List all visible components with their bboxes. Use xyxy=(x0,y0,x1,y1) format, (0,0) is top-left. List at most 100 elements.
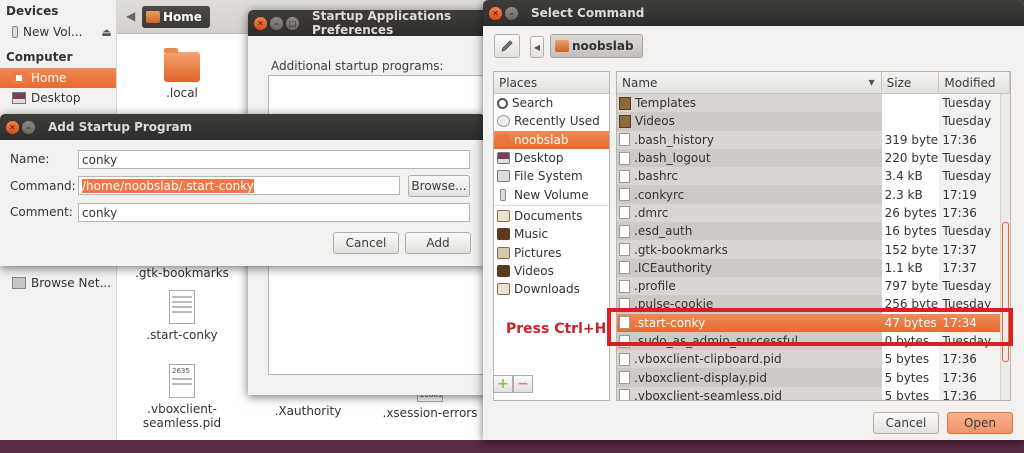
filesystem-icon xyxy=(497,170,510,183)
minimize-icon[interactable]: – xyxy=(505,6,518,20)
sidebar-item-browse-network[interactable]: Browse Net... xyxy=(0,273,117,293)
table-row[interactable]: .ICEauthority 1.1 kB 17:37 xyxy=(617,258,1010,277)
table-row[interactable]: Templates Tuesday xyxy=(617,94,1010,113)
file-item[interactable]: .local xyxy=(127,48,237,100)
eject-icon[interactable]: ⏏ xyxy=(101,26,111,39)
home-icon xyxy=(12,72,26,84)
file-list: Name ▼ Size Modified Templates Tuesday Vide… xyxy=(616,71,1011,401)
places-item[interactable]: Downloads xyxy=(494,280,609,298)
sidebar-item-home[interactable]: Home xyxy=(0,68,116,88)
places-item[interactable]: Pictures xyxy=(494,243,609,261)
cell-size: 797 bytes xyxy=(884,279,940,294)
places-item-label: Pictures xyxy=(514,245,562,260)
minimize-icon[interactable]: – xyxy=(22,120,35,134)
places-item-label: Search xyxy=(512,96,554,111)
table-row[interactable]: .vboxclient-seamless.pid 5 bytes 17:36 xyxy=(617,386,1010,401)
comment-field[interactable]: conky xyxy=(78,203,470,222)
places-item[interactable]: File System xyxy=(494,167,609,185)
file-item[interactable]: 2635 .vboxclient-seamless.pid xyxy=(127,364,237,430)
table-row[interactable]: .bash_logout 220 bytes Tuesday xyxy=(617,148,1010,168)
file-item[interactable]: .start-conky xyxy=(127,290,237,342)
table-row[interactable]: .bashrc 3.4 kB Tuesday xyxy=(617,167,1010,186)
places-item-label: Recently Used xyxy=(514,114,600,129)
cell-name-text: Videos xyxy=(635,114,675,129)
documents-icon xyxy=(497,209,510,222)
name-value: conky xyxy=(82,152,118,167)
back-arrow-icon[interactable]: ◀ xyxy=(126,9,135,23)
text-file-icon xyxy=(619,151,630,165)
titlebar: ✕ – □ Startup Applications Preferences xyxy=(248,10,488,37)
command-field[interactable]: /home/noobslab/.start-conky xyxy=(78,176,400,195)
table-row[interactable]: .conkyrc 2.3 kB 17:19 xyxy=(617,185,1010,204)
name-label: Name: xyxy=(10,152,50,166)
file-item[interactable]: .gtk-bookmarks xyxy=(127,266,237,280)
close-icon[interactable]: ✕ xyxy=(6,120,19,134)
table-row[interactable]: Videos Tuesday xyxy=(617,112,1010,131)
places-item[interactable]: Music xyxy=(494,225,609,243)
cell-name-text: .gtk-bookmarks xyxy=(634,242,728,257)
add-startup-program-dialog: ✕ – Add Startup Program Name: conky Comm… xyxy=(0,114,485,266)
pictures-icon xyxy=(497,246,510,259)
file-item[interactable]: .Xauthority xyxy=(253,404,363,418)
column-name[interactable]: Name ▼ xyxy=(617,72,882,93)
home-icon xyxy=(497,133,510,146)
column-size[interactable]: Size xyxy=(882,72,940,93)
table-row[interactable]: .esd_auth 16 bytes Tuesday xyxy=(617,222,1010,241)
path-crumb-noobslab[interactable]: noobslab xyxy=(550,34,643,58)
file-rows: Templates Tuesday Videos Tuesday .bash_histo… xyxy=(617,94,1010,401)
comment-label: Comment: xyxy=(10,205,73,219)
minimize-icon[interactable]: – xyxy=(270,16,283,30)
close-icon[interactable]: ✕ xyxy=(489,6,502,20)
table-row[interactable]: .dmrc 26 bytes 17:36 xyxy=(617,203,1010,223)
drive-icon xyxy=(500,188,506,201)
pencil-icon xyxy=(501,40,513,52)
places-item[interactable]: Desktop xyxy=(494,149,609,167)
add-button[interactable]: Add xyxy=(405,232,471,254)
table-row[interactable]: .bash_history 319 bytes 17:36 xyxy=(617,130,1010,149)
open-button[interactable]: Open xyxy=(947,412,1013,434)
places-item[interactable]: Recently Used xyxy=(494,112,609,130)
file-list-header: Name ▼ Size Modified xyxy=(617,72,1010,94)
comment-value: conky xyxy=(82,205,118,220)
table-row[interactable]: .gtk-bookmarks 152 bytes 17:37 xyxy=(617,240,1010,259)
window-title: Select Command xyxy=(531,6,645,20)
startup-programs-label: Additional startup programs: xyxy=(271,59,444,73)
maximize-icon[interactable]: □ xyxy=(286,16,299,30)
cancel-button[interactable]: Cancel xyxy=(873,412,939,434)
text-file-icon xyxy=(619,243,630,257)
breadcrumb-home[interactable]: Home xyxy=(142,6,210,28)
table-row[interactable]: .profile 797 bytes Tuesday xyxy=(617,276,1010,296)
close-icon[interactable]: ✕ xyxy=(254,16,267,30)
sidebar-item-desktop[interactable]: Desktop xyxy=(0,88,116,108)
cell-name-text: .vboxclient-seamless.pid xyxy=(634,388,782,401)
remove-place-button[interactable]: − xyxy=(513,375,533,393)
doc-badge: 2635 xyxy=(172,367,190,375)
path-back-button[interactable]: ◀ xyxy=(530,36,544,58)
places-item[interactable]: Documents xyxy=(494,207,609,225)
places-item[interactable]: Search xyxy=(494,94,609,112)
cell-name: .profile xyxy=(617,276,882,296)
table-row[interactable]: .vboxclient-display.pid 5 bytes 17:36 xyxy=(617,368,1010,387)
cell-size: 220 bytes xyxy=(884,151,940,166)
places-item[interactable]: Videos xyxy=(494,262,609,280)
places-item-label: File System xyxy=(514,169,583,184)
browse-button[interactable]: Browse... xyxy=(408,175,470,197)
places-item[interactable]: noobslab xyxy=(494,130,609,149)
table-row[interactable]: .vboxclient-clipboard.pid 5 bytes 17:36 xyxy=(617,350,1010,369)
scrollbar[interactable] xyxy=(1000,94,1010,400)
column-modified[interactable]: Modified xyxy=(939,72,1010,93)
name-field[interactable]: conky xyxy=(78,150,470,169)
places-header[interactable]: Places xyxy=(494,72,609,94)
cancel-button[interactable]: Cancel xyxy=(333,232,399,254)
type-location-button[interactable] xyxy=(494,34,520,58)
add-place-button[interactable]: + xyxy=(493,375,513,393)
file-label: .xsession-errors xyxy=(382,406,478,420)
sidebar-item-label: New Vol... xyxy=(23,25,83,39)
sidebar-item-new-volume[interactable]: New Vol... ⏏ xyxy=(0,22,116,42)
sort-down-icon: ▼ xyxy=(868,78,875,87)
places-item[interactable]: New Volume xyxy=(494,185,609,203)
places-buttons: + − xyxy=(493,375,533,393)
music-icon xyxy=(497,228,510,241)
videos-icon xyxy=(497,264,510,277)
file-label: .Xauthority xyxy=(274,404,342,418)
